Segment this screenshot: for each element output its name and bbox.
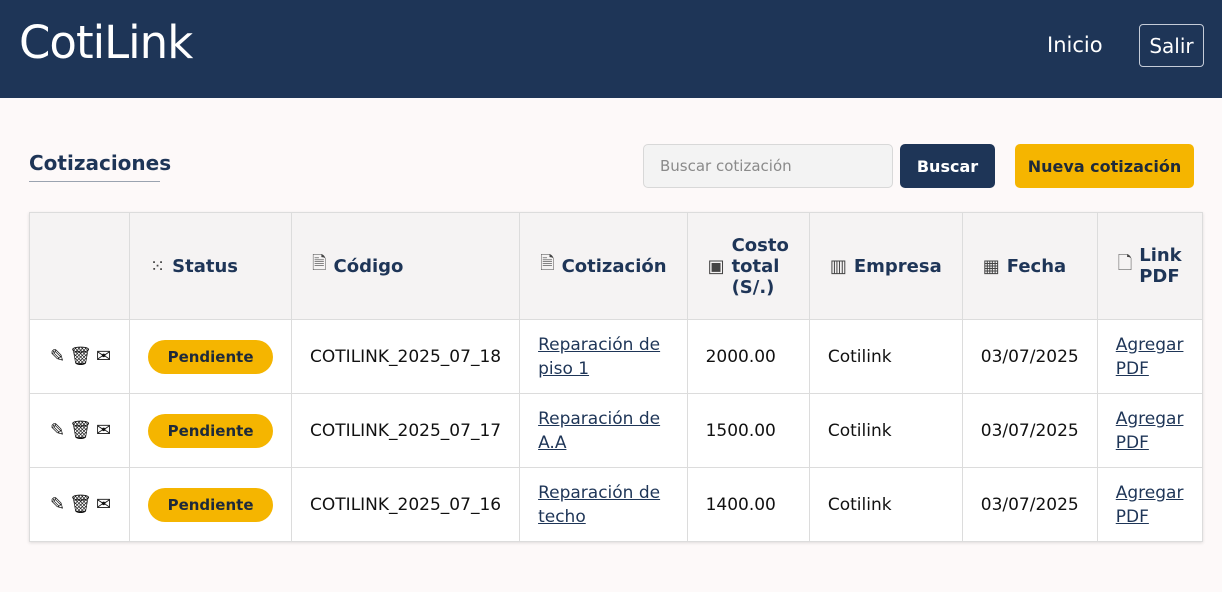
send-mail-icon[interactable]: ✉ — [96, 494, 111, 515]
logout-button[interactable]: Salir — [1139, 24, 1204, 67]
code-cell: COTILINK_2025_07_18 — [291, 319, 521, 394]
quote-link[interactable]: Reparación de techo — [538, 483, 660, 527]
quote-cell: Reparación de A.A — [519, 393, 688, 468]
send-mail-icon[interactable]: ✉ — [96, 420, 111, 441]
date-cell: 03/07/2025 — [961, 467, 1098, 542]
column-header-company: ▥ Empresa — [808, 212, 963, 320]
status-badge: Pendiente — [148, 339, 274, 374]
trash-icon[interactable]: 🗑 — [69, 420, 92, 441]
pdf-cell: Agregar PDF — [1096, 393, 1203, 468]
quotes-table: ⁙ Status 🗎 Código 🗎 Cotización ▣ Costo total… — [28, 212, 1203, 542]
column-header-date: ▦ Fecha — [961, 212, 1098, 320]
home-link[interactable]: Inicio — [1047, 33, 1103, 57]
company-cell: Cotilink — [808, 467, 963, 542]
money-icon: ▣ — [707, 255, 725, 277]
quote-cell: Reparación de piso 1 — [519, 319, 688, 394]
status-cell: Pendiente — [129, 393, 293, 468]
code-cell: COTILINK_2025_07_17 — [291, 393, 521, 468]
column-header-pdf: 🗋 Link PDF — [1096, 212, 1203, 320]
row-actions: ✎ 🗑 ✉ — [28, 319, 131, 394]
document-icon: 🗎 — [540, 253, 555, 274]
brand-logo[interactable]: CotiLink — [19, 16, 193, 69]
send-mail-icon[interactable]: ✉ — [96, 346, 111, 367]
document-icon: 🗎 — [312, 253, 327, 274]
column-header-cost: ▣ Costo total (S/.) — [686, 212, 810, 320]
new-quote-button[interactable]: Nueva cotización — [1015, 144, 1194, 188]
status-cell: Pendiente — [129, 467, 293, 542]
cost-cell: 2000.00 — [686, 319, 810, 394]
company-cell: Cotilink — [808, 319, 963, 394]
cost-cell: 1500.00 — [686, 393, 810, 468]
status-badge: Pendiente — [148, 487, 274, 522]
spinner-icon: ⁙ — [150, 255, 166, 277]
cost-cell: 1400.00 — [686, 467, 810, 542]
quote-cell: Reparación de techo — [519, 467, 688, 542]
table-row: ✎ 🗑 ✉ Pendiente COTILINK_2025_07_17 Repa… — [28, 393, 1203, 468]
trash-icon[interactable]: 🗑 — [69, 346, 92, 367]
add-pdf-link[interactable]: Agregar PDF — [1116, 409, 1184, 453]
edit-icon[interactable]: ✎ — [50, 494, 65, 515]
quote-link[interactable]: Reparación de A.A — [538, 409, 660, 453]
date-cell: 03/07/2025 — [961, 319, 1098, 394]
edit-icon[interactable]: ✎ — [50, 420, 65, 441]
trash-icon[interactable]: 🗑 — [69, 494, 92, 515]
search-button[interactable]: Buscar — [900, 144, 995, 188]
top-navbar: CotiLink Inicio Salir — [0, 0, 1222, 98]
date-cell: 03/07/2025 — [961, 393, 1098, 468]
quote-link[interactable]: Reparación de piso 1 — [538, 335, 660, 379]
column-header-code: 🗎 Código — [291, 212, 521, 320]
table-header-row: ⁙ Status 🗎 Código 🗎 Cotización ▣ Costo total… — [28, 212, 1203, 320]
row-actions: ✎ 🗑 ✉ — [28, 393, 131, 468]
edit-icon[interactable]: ✎ — [50, 346, 65, 367]
company-cell: Cotilink — [808, 393, 963, 468]
column-header-actions — [28, 212, 131, 320]
table-row: ✎ 🗑 ✉ Pendiente COTILINK_2025_07_18 Repa… — [28, 319, 1203, 394]
row-actions: ✎ 🗑 ✉ — [28, 467, 131, 542]
table-row: ✎ 🗑 ✉ Pendiente COTILINK_2025_07_16 Repa… — [28, 467, 1203, 542]
status-cell: Pendiente — [129, 319, 293, 394]
search-input[interactable] — [643, 144, 893, 188]
code-cell: COTILINK_2025_07_16 — [291, 467, 521, 542]
calendar-icon: ▦ — [982, 255, 1000, 277]
pdf-icon: 🗋 — [1117, 253, 1133, 274]
add-pdf-link[interactable]: Agregar PDF — [1116, 483, 1184, 527]
pdf-cell: Agregar PDF — [1096, 467, 1203, 542]
page-title: Cotizaciones — [29, 151, 171, 182]
building-icon: ▥ — [829, 255, 847, 277]
column-header-status: ⁙ Status — [129, 212, 293, 320]
pdf-cell: Agregar PDF — [1096, 319, 1203, 394]
column-header-quote: 🗎 Cotización — [519, 212, 688, 320]
add-pdf-link[interactable]: Agregar PDF — [1116, 335, 1184, 379]
status-badge: Pendiente — [148, 413, 274, 448]
